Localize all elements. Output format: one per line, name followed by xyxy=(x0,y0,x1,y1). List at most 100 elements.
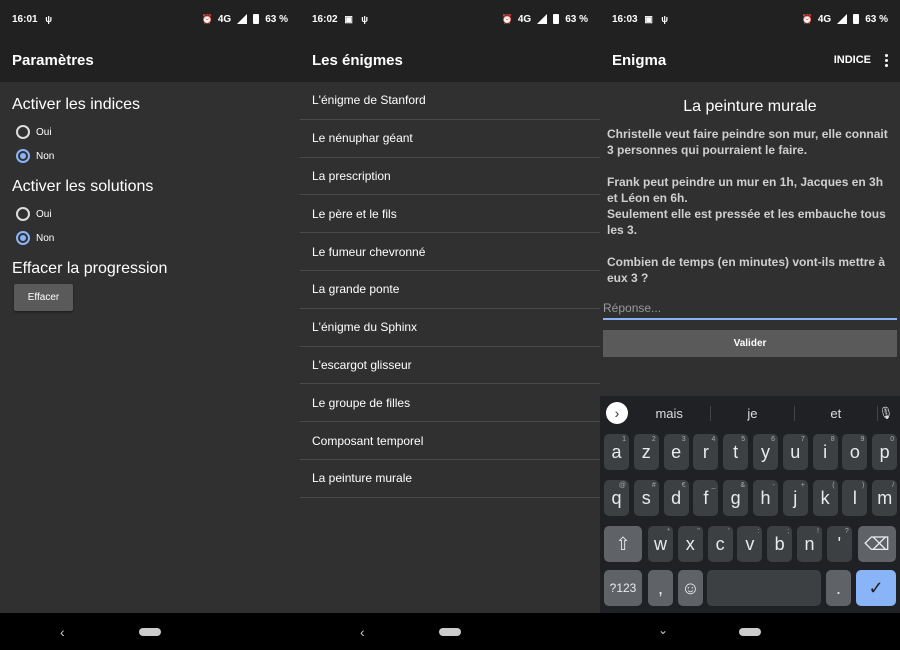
key-m[interactable]: m / xyxy=(872,480,898,516)
symbols-key-label: ?123 xyxy=(609,581,637,595)
home-pill-icon[interactable] xyxy=(139,627,161,636)
list-item[interactable]: Composant temporel xyxy=(300,422,600,460)
list-item[interactable]: Le fumeur chevronné xyxy=(300,233,600,271)
key-secondary-char: 6 xyxy=(771,436,775,443)
key-z[interactable]: z2 xyxy=(633,434,659,470)
key-u[interactable]: u7 xyxy=(782,434,808,470)
key-k[interactable]: k( xyxy=(812,480,838,516)
list-item[interactable]: La grande ponte xyxy=(300,271,600,309)
radio-button-selected[interactable] xyxy=(16,231,30,245)
shift-icon[interactable]: ⇧ xyxy=(604,526,642,562)
backspace-icon[interactable]: ⌫ xyxy=(858,526,896,562)
key-r[interactable]: r4 xyxy=(693,434,719,470)
key-j[interactable]: j + xyxy=(782,480,808,516)
key-l[interactable]: l) xyxy=(842,480,868,516)
key-o[interactable]: o9 xyxy=(842,434,868,470)
space-key[interactable] xyxy=(707,570,821,606)
key-secondary-char: & xyxy=(740,482,746,489)
list-item[interactable]: Le nénuphar géant xyxy=(300,120,600,158)
usb-icon: ψ xyxy=(361,14,368,24)
alarm-icon: ⏰ xyxy=(801,14,814,24)
chevron-down-icon[interactable]: ⌄ xyxy=(658,623,668,637)
key-secondary-char: # xyxy=(651,482,656,489)
key-z-label: z xyxy=(641,441,651,462)
key-secondary-char: € xyxy=(681,482,686,489)
key-f[interactable]: f _ xyxy=(693,480,719,516)
radio-button[interactable] xyxy=(16,207,30,221)
key-w[interactable]: w * xyxy=(648,526,673,562)
radio-button[interactable] xyxy=(16,125,30,139)
back-icon[interactable]: ‹ xyxy=(360,624,365,640)
puzzle-text: Christelle veut faire peindre son mur, e… xyxy=(600,116,900,286)
back-icon[interactable]: ‹ xyxy=(60,624,65,640)
status-bar: 16:03 ▣ ψ ⏰ 4G 63 % xyxy=(600,0,900,38)
key-secondary-char: ! xyxy=(817,528,819,535)
network-type: 4G xyxy=(517,13,532,25)
key-t[interactable]: t5 xyxy=(723,434,749,470)
key-p[interactable]: p0 xyxy=(872,434,898,470)
key-b[interactable]: b; xyxy=(767,526,793,562)
key-g[interactable]: g & xyxy=(723,480,749,516)
key-secondary-char: + xyxy=(800,482,805,489)
network-type: 4G xyxy=(217,13,232,25)
microphone-icon[interactable]: 🎙 xyxy=(878,406,894,420)
status-time: 16:03 xyxy=(612,13,638,25)
key-comma[interactable]: , xyxy=(648,570,673,606)
radio-button-selected[interactable] xyxy=(16,149,30,163)
key-i[interactable]: i8 xyxy=(812,434,838,470)
suggestion[interactable]: mais xyxy=(628,405,712,421)
more-vert-icon[interactable] xyxy=(885,53,888,67)
key-period[interactable]: . xyxy=(826,570,851,606)
clear-progress-button[interactable]: Effacer xyxy=(14,284,73,311)
key-q[interactable]: q @ xyxy=(604,480,629,516)
key-secondary-char: : xyxy=(757,528,760,535)
emoji-icon[interactable]: ☺ xyxy=(678,570,703,606)
list-item[interactable]: L'escargot glisseur xyxy=(300,347,600,385)
key-y[interactable]: y6 xyxy=(753,434,778,470)
home-pill-icon[interactable] xyxy=(739,627,761,636)
solutions-no-option[interactable]: Non xyxy=(12,226,288,250)
chevron-right-icon[interactable]: › xyxy=(606,402,628,424)
usb-icon: ψ xyxy=(45,14,52,24)
hints-no-option[interactable]: Non xyxy=(12,144,288,168)
list-item[interactable]: Le père et le fils xyxy=(300,195,600,234)
list-item[interactable]: L'énigme de Stanford xyxy=(300,82,600,120)
page-title: Enigma xyxy=(612,51,667,69)
key-secondary-char: " xyxy=(697,528,700,535)
key-d[interactable]: d € xyxy=(663,480,689,516)
list-item[interactable]: L'énigme du Sphinx xyxy=(300,309,600,347)
battery-level: 63 % xyxy=(265,13,288,25)
alarm-icon: ⏰ xyxy=(501,14,514,24)
suggestion[interactable]: je xyxy=(711,405,795,421)
key-e-label: e xyxy=(671,441,682,462)
symbols-key[interactable]: ?123 xyxy=(604,570,642,606)
option-label: Oui xyxy=(36,126,52,138)
alarm-icon: ⏰ xyxy=(201,14,214,24)
solutions-yes-option[interactable]: Oui xyxy=(12,202,288,226)
hints-yes-option[interactable]: Oui xyxy=(12,120,288,144)
key-n[interactable]: n! xyxy=(797,526,822,562)
key-s[interactable]: s # xyxy=(633,480,659,516)
list-item[interactable]: La peinture murale xyxy=(300,460,600,498)
key-x-label: x xyxy=(685,533,695,554)
home-pill-icon[interactable] xyxy=(439,627,461,636)
key-v[interactable]: v: xyxy=(737,526,763,562)
key-f-label: f xyxy=(703,487,709,508)
hint-button[interactable]: INDICE xyxy=(834,54,871,66)
usb-icon: ψ xyxy=(661,14,668,24)
key-apostrophe[interactable]: '? xyxy=(826,526,852,562)
key-d-label: d xyxy=(671,487,682,508)
enter-check-icon[interactable]: ✓ xyxy=(856,570,896,606)
key-a[interactable]: a1 xyxy=(604,434,629,470)
key-h[interactable]: h- xyxy=(753,480,778,516)
key-t-label: t xyxy=(733,441,739,462)
list-item[interactable]: Le groupe de filles xyxy=(300,384,600,423)
validate-button[interactable]: Valider xyxy=(603,330,897,357)
key-x[interactable]: x " xyxy=(677,526,703,562)
key-c[interactable]: c ' xyxy=(707,526,733,562)
solutions-title: Activer les solutions xyxy=(12,178,154,195)
answer-input[interactable]: Réponse... xyxy=(603,296,897,320)
suggestion[interactable]: et xyxy=(795,405,878,421)
list-item[interactable]: La prescription xyxy=(300,158,600,196)
key-e[interactable]: e3 xyxy=(663,434,689,470)
